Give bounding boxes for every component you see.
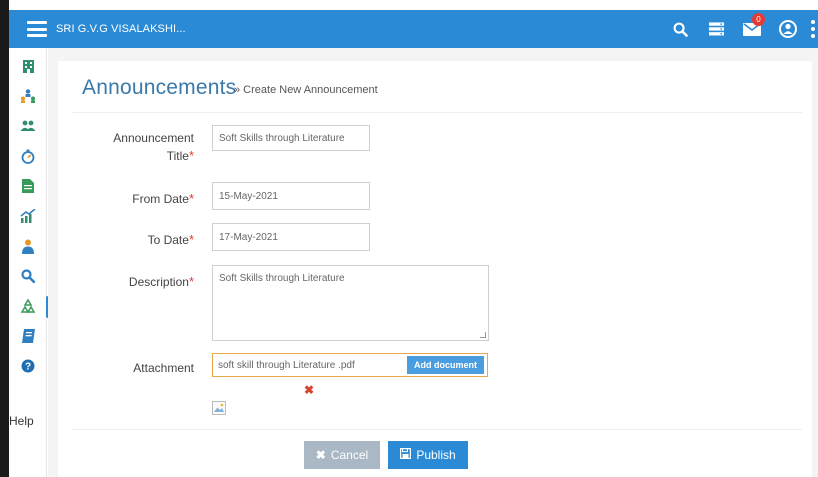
page-title: Announcements [82,76,237,99]
user-avatar-icon[interactable] [774,10,802,48]
top-navbar: SRI G.V.G VISALAKSHI... 0 [9,10,818,48]
org-chart-icon[interactable] [9,82,47,110]
from-date-label: From Date* [132,191,194,206]
top-actions: 0 [666,10,818,48]
more-options-icon[interactable] [810,20,816,38]
page-subtitle: » Create New Announcement [234,84,378,96]
window-top-edge [0,0,818,10]
add-document-button[interactable]: Add document [407,356,484,374]
to-date-input[interactable]: 17-May-2021 [212,223,370,251]
attachment-field: soft skill through Literature .pdf Add d… [212,353,488,377]
document-icon[interactable] [9,172,47,200]
cancel-button[interactable]: ✖ Cancel [304,441,380,469]
cancel-x-icon: ✖ [315,448,326,462]
app-window: SRI G.V.G VISALAKSHI... 0 ? Help Announc… [0,0,818,477]
users-icon[interactable] [9,112,47,140]
search-menu-icon[interactable] [9,262,47,290]
announcement-title-label: Announcement Title* [113,131,194,163]
actions-divider [72,429,802,430]
sidebar: ? Help [9,48,50,477]
help-label[interactable]: Help [9,414,39,428]
teacher-icon[interactable] [9,232,47,260]
to-date-label: To Date* [147,232,194,247]
attachment-filename[interactable]: soft skill through Literature .pdf [213,360,407,371]
messages-icon[interactable]: 0 [738,10,766,48]
announcement-title-input[interactable]: Soft Skills through Literature [212,125,370,151]
recycle-icon[interactable] [9,292,50,320]
notification-badge: 0 [752,13,765,26]
main-content: Announcements » Create New Announcement … [48,48,818,477]
attachment-label: Attachment [133,361,194,375]
help-circle-icon[interactable]: ? [9,352,47,380]
hamburger-menu-icon[interactable] [27,21,47,37]
building-icon[interactable] [9,52,47,80]
resize-handle[interactable] [480,332,486,338]
publish-button[interactable]: Publish [388,441,468,469]
announcement-form-panel: Announcements » Create New Announcement … [58,61,812,477]
book-icon[interactable] [9,322,47,350]
description-textarea[interactable]: Soft Skills through Literature [212,265,489,341]
window-left-edge [0,0,9,477]
search-icon[interactable] [666,10,694,48]
title-divider [72,112,802,113]
chart-icon[interactable] [9,202,47,230]
svg-text:?: ? [25,362,31,373]
broken-image-icon [212,401,226,415]
server-list-icon[interactable] [702,10,730,48]
from-date-input[interactable]: 15-May-2021 [212,182,370,210]
stopwatch-icon[interactable] [9,142,47,170]
remove-attachment-icon[interactable]: ✖ [304,383,314,397]
institution-name[interactable]: SRI G.V.G VISALAKSHI... [56,23,186,35]
save-disk-icon [400,448,412,462]
description-label: Description* [128,274,194,289]
description-text: Soft Skills through Literature [219,273,345,284]
